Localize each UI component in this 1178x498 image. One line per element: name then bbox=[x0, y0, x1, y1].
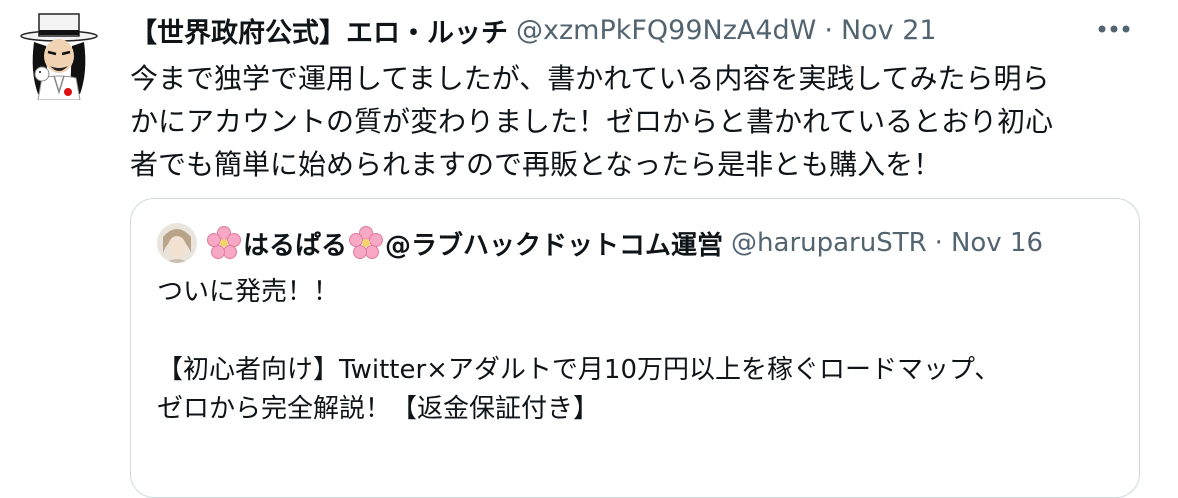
quoted-author-name-suffix[interactable]: @ラブハックドットコム運営 bbox=[385, 225, 723, 262]
tweet-text-line: かにアカウントの質が変わりました！ゼロからと書かれているとおり初心 bbox=[130, 105, 1054, 138]
more-options-icon bbox=[1098, 25, 1130, 33]
tweet-text: 今まで独学で運用してましたが、書かれている内容を実践してみたら明ら かにアカウン… bbox=[130, 57, 1140, 186]
separator-dot: · bbox=[824, 14, 833, 46]
cherry-blossom-icon bbox=[349, 226, 384, 259]
quoted-text-line: ゼロから完全解説！【返金保証付き】 bbox=[157, 394, 600, 424]
cherry-blossom-icon bbox=[207, 226, 241, 259]
quoted-text-line: 【初心者向け】Twitter×アダルトで月10万円以上を稼ぐロードマップ、 bbox=[157, 355, 1001, 385]
quoted-author-handle[interactable]: @haruparuSTR bbox=[731, 228, 927, 258]
separator-dot: · bbox=[934, 228, 943, 258]
quoted-tweet-date[interactable]: Nov 16 bbox=[951, 228, 1043, 258]
tweet-date[interactable]: Nov 21 bbox=[841, 15, 937, 46]
tweet-text-line: 者でも簡単に始められますので再販となったら是非とも購入を！ bbox=[130, 148, 942, 181]
tweet-header: 【世界政府公式】エロ・ルッチ @xzmPkFQ99NzA4dW · Nov 21 bbox=[130, 10, 937, 50]
quoted-tweet-header: はるぱる @ラブハックドットコム運営 @haruparuSTR · Nov 16 bbox=[157, 221, 1043, 265]
tweet-text-line: 今まで独学で運用してましたが、書かれている内容を実践してみたら明ら bbox=[130, 62, 1050, 95]
more-options-button[interactable] bbox=[1092, 14, 1136, 44]
author-handle[interactable]: @xzmPkFQ99NzA4dW bbox=[516, 15, 816, 46]
tweet[interactable]: 【世界政府公式】エロ・ルッチ @xzmPkFQ99NzA4dW · Nov 21… bbox=[0, 0, 1178, 498]
quoted-text-blank-line bbox=[157, 312, 1117, 351]
quoted-author-avatar[interactable] bbox=[157, 223, 197, 263]
quoted-text-line: ついに発売！！ bbox=[157, 277, 340, 307]
author-name[interactable]: 【世界政府公式】エロ・ルッチ bbox=[130, 11, 508, 50]
author-avatar[interactable] bbox=[20, 12, 98, 101]
quoted-tweet-text: ついに発売！！ 【初心者向け】Twitter×アダルトで月10万円以上を稼ぐロー… bbox=[157, 273, 1117, 429]
quoted-author-name[interactable]: はるぱる bbox=[243, 225, 347, 262]
quoted-tweet[interactable]: はるぱる @ラブハックドットコム運営 @haruparuSTR · Nov 16… bbox=[130, 198, 1140, 498]
